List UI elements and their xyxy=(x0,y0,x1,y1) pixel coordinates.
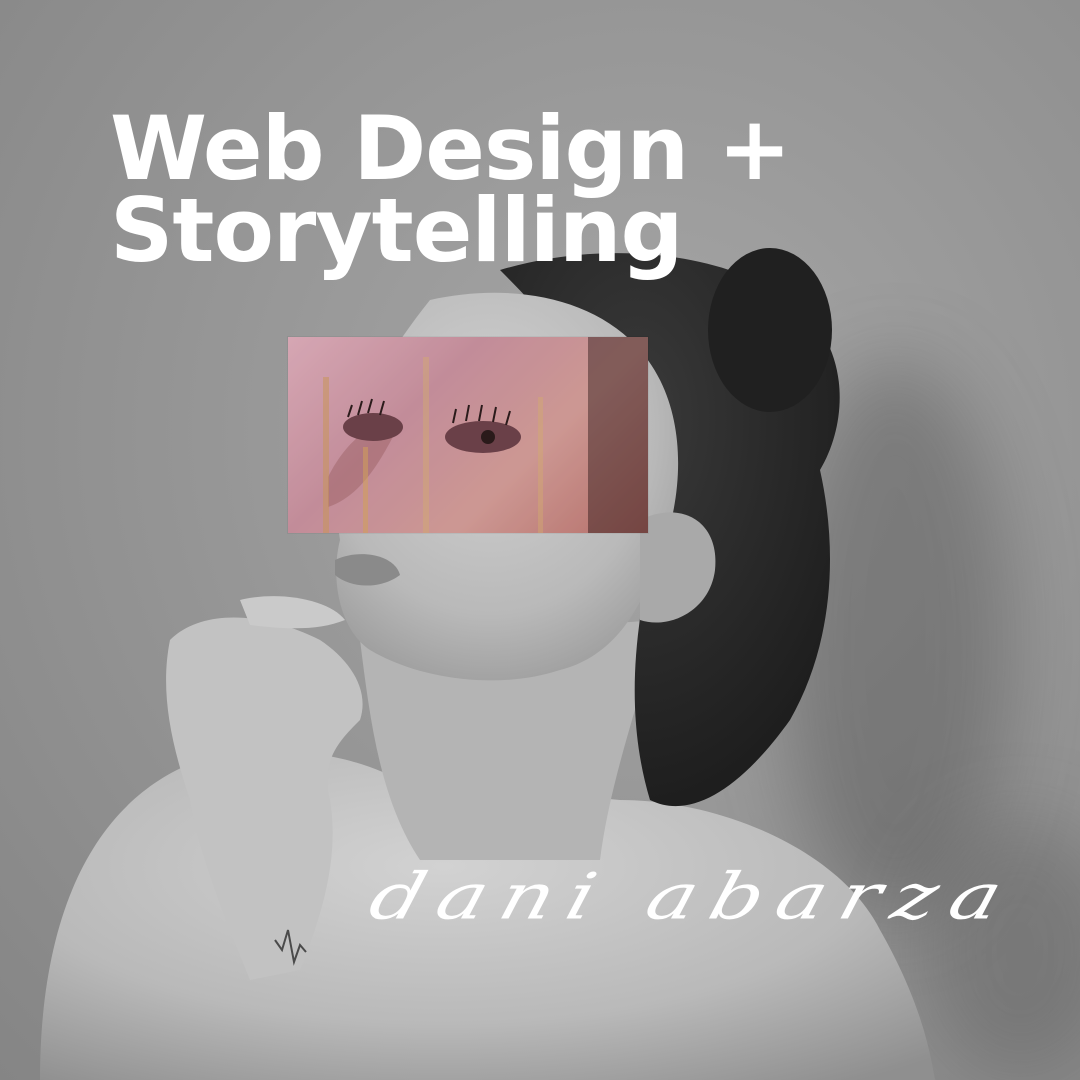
headline: Web Design + Storytelling xyxy=(110,97,792,282)
eye-collage-overlay xyxy=(288,337,648,533)
headline-line-1: Web Design + xyxy=(110,97,792,200)
headline-line-2: Storytelling xyxy=(110,179,684,282)
poster: Web Design + Storytelling dani abarza xyxy=(0,0,1080,1080)
signature: dani abarza xyxy=(361,860,1025,935)
